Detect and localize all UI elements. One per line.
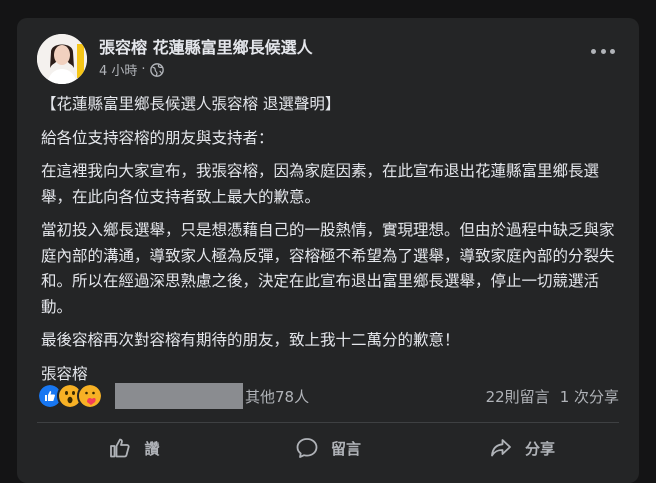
meta-separator: · (141, 62, 146, 77)
post-paragraph: 給各位支持容榕的朋友與支持者： (41, 128, 274, 147)
care-reaction-icon (77, 383, 103, 409)
reaction-count[interactable]: 其他78人 (245, 386, 309, 407)
post-meta: 4 小時 · (99, 60, 164, 79)
more-options-icon[interactable] (591, 46, 615, 56)
like-label: 讚 (144, 439, 160, 458)
share-count[interactable]: 1 次分享 (560, 386, 619, 407)
author-avatar[interactable] (37, 34, 87, 84)
comment-label: 留言 (330, 439, 361, 458)
post-paragraph: 在這裡我向大家宣布，我張容榕，因為家庭因素，在此宣布退出花蓮縣富里鄉長選舉，在此… (41, 162, 600, 206)
redacted-names (115, 383, 243, 409)
globe-icon (149, 62, 164, 77)
actions-divider (37, 422, 619, 423)
reaction-stats-bar: 其他78人 22則留言 1 次分享 (37, 378, 619, 414)
like-button[interactable]: 讚 (37, 428, 231, 468)
comment-count[interactable]: 22則留言 (486, 386, 550, 407)
share-arrow-icon (491, 439, 511, 457)
engagement-counts: 22則留言 1 次分享 (486, 386, 619, 407)
post-card: 張容榕 花蓮縣富里鄉長候選人 4 小時 · 【花蓮縣富里鄉長候選人張容榕 退選聲… (17, 18, 639, 483)
post-body: 【花蓮縣富里鄉長候選人張容榕 退選聲明】 給各位支持容榕的朋友與支持者： 在這裡… (41, 92, 629, 395)
share-button[interactable]: 分享 (425, 428, 619, 468)
post-paragraph: 最後容榕再次對容榕有期待的朋友，致上我十二萬分的歉意！ (41, 331, 460, 349)
post-time[interactable]: 4 小時 (99, 60, 137, 79)
author-name[interactable]: 張容榕 花蓮縣富里鄉長候選人 (99, 34, 313, 58)
comment-button[interactable]: 留言 (231, 428, 425, 468)
post-actions: 讚 留言 分享 (37, 428, 619, 468)
post-paragraph: 【花蓮縣富里鄉長候選人張容榕 退選聲明】 (41, 95, 341, 113)
reaction-icons[interactable] (37, 383, 103, 409)
post-paragraph: 當初投入鄉長選舉，只是想憑藉自己的一股熱情，實現理想。但由於過程中缺乏與家庭內部… (41, 221, 615, 316)
share-label: 分享 (524, 439, 555, 458)
thumbs-up-icon (110, 438, 131, 458)
comment-bubble-icon (296, 438, 318, 458)
avatar-photo (37, 34, 87, 84)
